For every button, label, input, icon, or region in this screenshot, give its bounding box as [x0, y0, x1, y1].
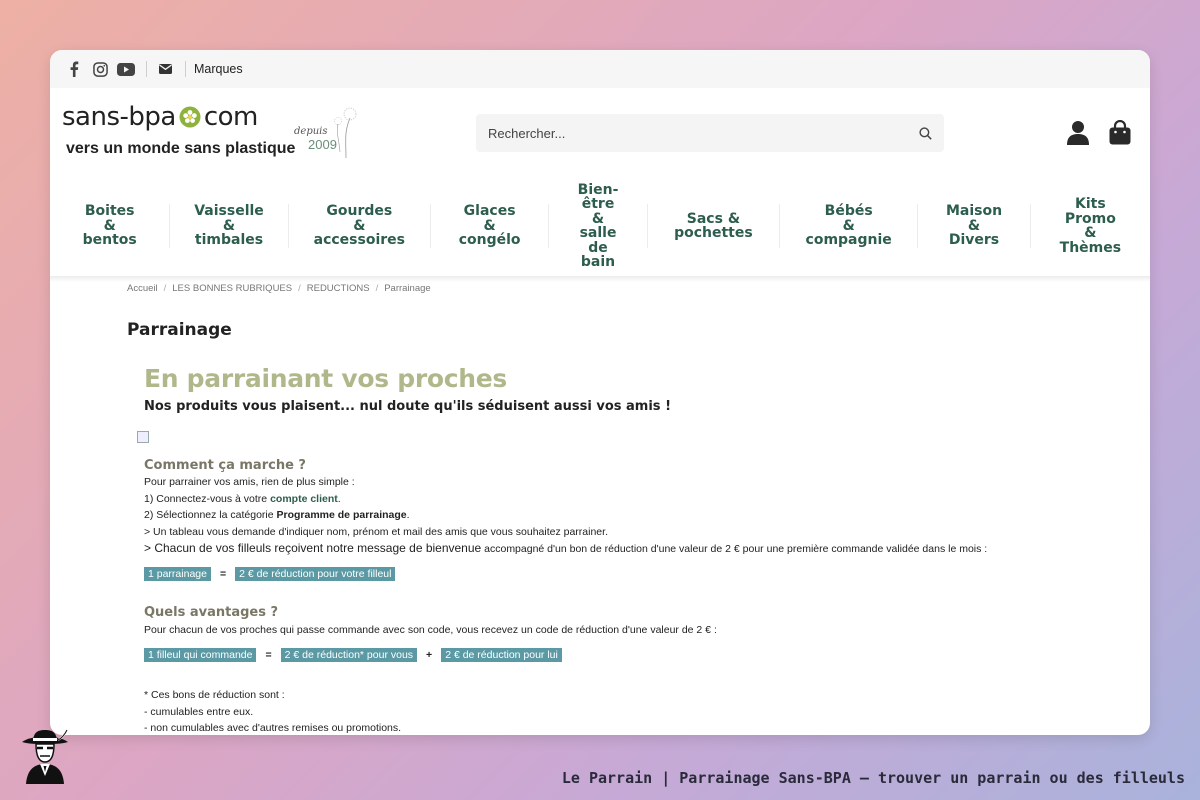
note-item: - cumulables entre eux. [144, 705, 254, 718]
note-item: - non cumulables avec d'autres remises o… [144, 722, 402, 734]
step-4-lead: > Chacun de vos filleuls reçoivent notre… [144, 541, 482, 555]
chip-your-discount: 2 € de réduction* pour vous [280, 648, 418, 662]
marques-link[interactable]: Marques [194, 62, 243, 76]
customer-account-link[interactable]: compte client [270, 493, 338, 505]
step-4: > Chacun de vos filleuls reçoivent notre… [144, 540, 987, 558]
breadcrumb-separator: / [163, 283, 167, 294]
step-1-prefix: 1) Connectez-vous à votre [144, 492, 271, 505]
facebook-icon[interactable] [62, 59, 86, 79]
search-icon[interactable] [919, 126, 932, 140]
nav-item[interactable]: Maison & Divers [918, 204, 1029, 248]
step-4-rest: accompagné d'un bon de réduction d'une v… [481, 543, 988, 555]
nav-item[interactable]: Gourdes & accessoires [289, 204, 430, 248]
hero-title: En parrainant vos proches [144, 364, 507, 393]
operator-equals: = [265, 649, 272, 661]
breadcrumb-item[interactable]: Accueil [127, 283, 158, 294]
chip-godchild-discount: 2 € de réduction pour votre filleul [235, 567, 396, 581]
nav-item[interactable]: Bien- être & salle de bain [549, 182, 646, 270]
logo-tagline: vers un monde sans plastique [66, 140, 296, 157]
breadcrumb-item: Parrainage [384, 283, 431, 294]
logo-text-right: com [203, 102, 259, 132]
formula-advantages: 1 filleul qui commande = 2 € de réductio… [144, 648, 562, 662]
nav-item[interactable]: Kits Promo & Thèmes [1031, 197, 1150, 255]
chip-godchild-order: 1 filleul qui commande [144, 648, 257, 662]
chip-referral: 1 parrainage [144, 567, 211, 581]
breadcrumb-item[interactable]: REDUCTIONS [307, 283, 370, 294]
breadcrumb: Accueil / LES BONNES RUBRIQUES / REDUCTIONS /… [127, 283, 431, 294]
note-title: * Ces bons de réduction sont : [144, 689, 285, 701]
nav-item[interactable]: Glaces & congélo [431, 204, 548, 248]
operator-equals: = [219, 568, 227, 580]
breadcrumb-separator: / [375, 283, 379, 294]
discount-notes: * Ces bons de réduction sont : - cumulab… [144, 687, 401, 735]
how-intro: Pour parrainer vos amis, rien de plus si… [144, 476, 355, 488]
nav-item[interactable]: Bébés & compagnie [780, 204, 917, 248]
user-account-icon[interactable] [1066, 120, 1090, 146]
search-bar [476, 114, 944, 152]
breadcrumb-item[interactable]: LES BONNES RUBRIQUES [172, 283, 292, 294]
formula-referral: 1 parrainage = 2 € de réduction pour vot… [144, 567, 396, 581]
broken-image-icon [137, 431, 149, 443]
logo-text-left: sans-bpa [62, 102, 176, 132]
site-header: sans-bpa com vers un monde sans plastiqu… [50, 88, 1150, 176]
logo-year: 2009 [308, 137, 337, 152]
search-input[interactable] [488, 125, 919, 141]
nav-item[interactable]: Boites & bentos [50, 204, 169, 248]
chip-their-discount: 2 € de réduction pour lui [441, 648, 562, 662]
divider [185, 61, 186, 77]
operator-plus: + [426, 649, 433, 661]
how-it-works-heading: Comment ça marche ? [144, 458, 306, 473]
flower-icon [179, 106, 201, 128]
advantages-text: Pour chacun de vos proches qui passe com… [144, 624, 717, 636]
hero-subtitle: Nos produits vous plaisent... nul doute … [144, 399, 671, 414]
step-2-suffix: . [406, 509, 410, 521]
step-1-suffix: . [337, 492, 341, 505]
page-title: Parrainage [127, 320, 232, 340]
how-it-works-text: Pour parrainer vos amis, rien de plus si… [144, 474, 987, 558]
shopping-bag-icon[interactable] [1108, 120, 1132, 146]
top-bar: Marques [50, 50, 1150, 88]
step-2-prefix: 2) Sélectionnez la catégorie [144, 509, 277, 521]
site-caption: Le Parrain | Parrainage Sans-BPA — trouv… [561, 769, 1185, 787]
instagram-icon[interactable] [88, 59, 112, 79]
step-3: > Un tableau vous demande d'indiquer nom… [144, 525, 608, 538]
browser-window: Marques sans-bpa com vers un monde sans … [50, 50, 1150, 735]
godfather-mascot-icon [22, 729, 68, 784]
advantages-heading: Quels avantages ? [144, 605, 279, 620]
logo-depuis: depuis [294, 126, 328, 137]
nav-item[interactable]: Sacs & pochettes [648, 211, 779, 241]
youtube-icon[interactable] [114, 59, 138, 79]
step-2: 2) Sélectionnez la catégorie Programme d… [144, 507, 987, 524]
envelope-icon[interactable] [153, 59, 177, 79]
step-2-category: Programme de parrainage [276, 509, 407, 521]
nav-item[interactable]: Vaisselle & timbales [170, 204, 287, 248]
site-logo[interactable]: sans-bpa com vers un monde sans plastiqu… [62, 102, 362, 164]
main-navigation: Boites & bentos Vaisselle & timbales Gourd… [50, 176, 1150, 276]
divider [146, 61, 147, 77]
step-1: 1) Connectez-vous à votre compte client. [144, 491, 987, 508]
nav-shadow [50, 276, 1150, 282]
breadcrumb-separator: / [298, 283, 301, 294]
logo-wordmark: sans-bpa com [62, 102, 258, 132]
